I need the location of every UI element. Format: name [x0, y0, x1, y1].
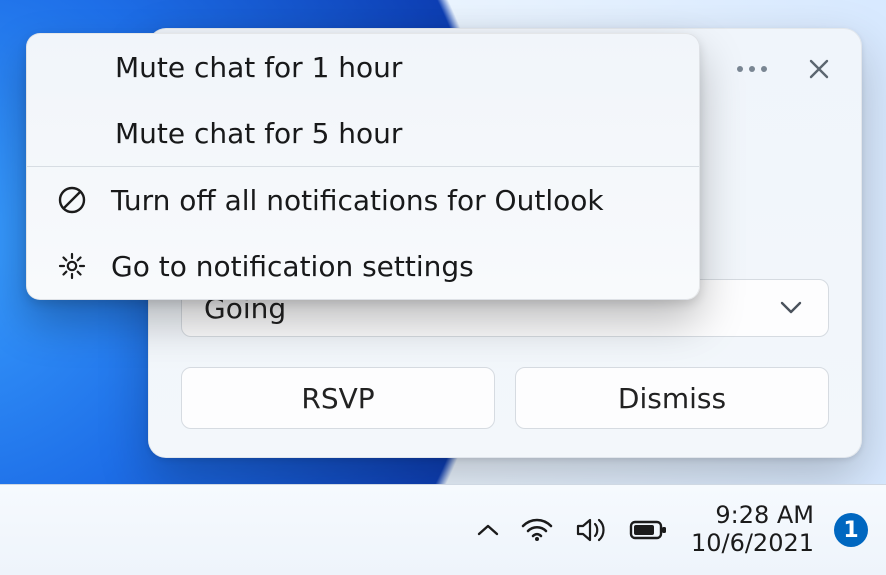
notification-count-badge[interactable]: 1	[834, 513, 868, 547]
battery-icon[interactable]	[629, 519, 667, 541]
dismiss-button[interactable]: Dismiss	[515, 367, 829, 429]
menu-item-label: Mute chat for 5 hour	[115, 117, 402, 150]
more-options-button[interactable]	[737, 66, 767, 72]
close-button[interactable]	[807, 57, 831, 81]
menu-item-mute-1h[interactable]: Mute chat for 1 hour	[27, 34, 699, 100]
menu-item-settings[interactable]: Go to notification settings	[27, 233, 699, 299]
menu-item-turn-off[interactable]: Turn off all notifications for Outlook	[27, 167, 699, 233]
chevron-down-icon	[780, 301, 802, 315]
block-icon	[57, 185, 87, 215]
rsvp-button-label: RSVP	[301, 382, 374, 415]
taskbar: 9:28 AM 10/6/2021 1	[0, 484, 886, 575]
menu-item-mute-5h[interactable]: Mute chat for 5 hour	[27, 100, 699, 166]
volume-icon[interactable]	[575, 517, 607, 543]
gear-icon	[57, 251, 87, 281]
menu-item-label: Go to notification settings	[111, 250, 474, 283]
system-tray	[477, 517, 667, 543]
notification-count: 1	[843, 518, 858, 543]
tray-overflow-icon[interactable]	[477, 523, 499, 537]
wifi-icon[interactable]	[521, 518, 553, 542]
dismiss-button-label: Dismiss	[618, 382, 726, 415]
menu-item-label: Mute chat for 1 hour	[115, 51, 402, 84]
taskbar-time: 9:28 AM	[691, 502, 814, 530]
menu-item-label: Turn off all notifications for Outlook	[111, 184, 604, 217]
taskbar-clock[interactable]: 9:28 AM 10/6/2021	[691, 502, 814, 557]
notification-context-menu: Mute chat for 1 hour Mute chat for 5 hou…	[26, 33, 700, 300]
rsvp-button[interactable]: RSVP	[181, 367, 495, 429]
taskbar-date: 10/6/2021	[691, 530, 814, 558]
